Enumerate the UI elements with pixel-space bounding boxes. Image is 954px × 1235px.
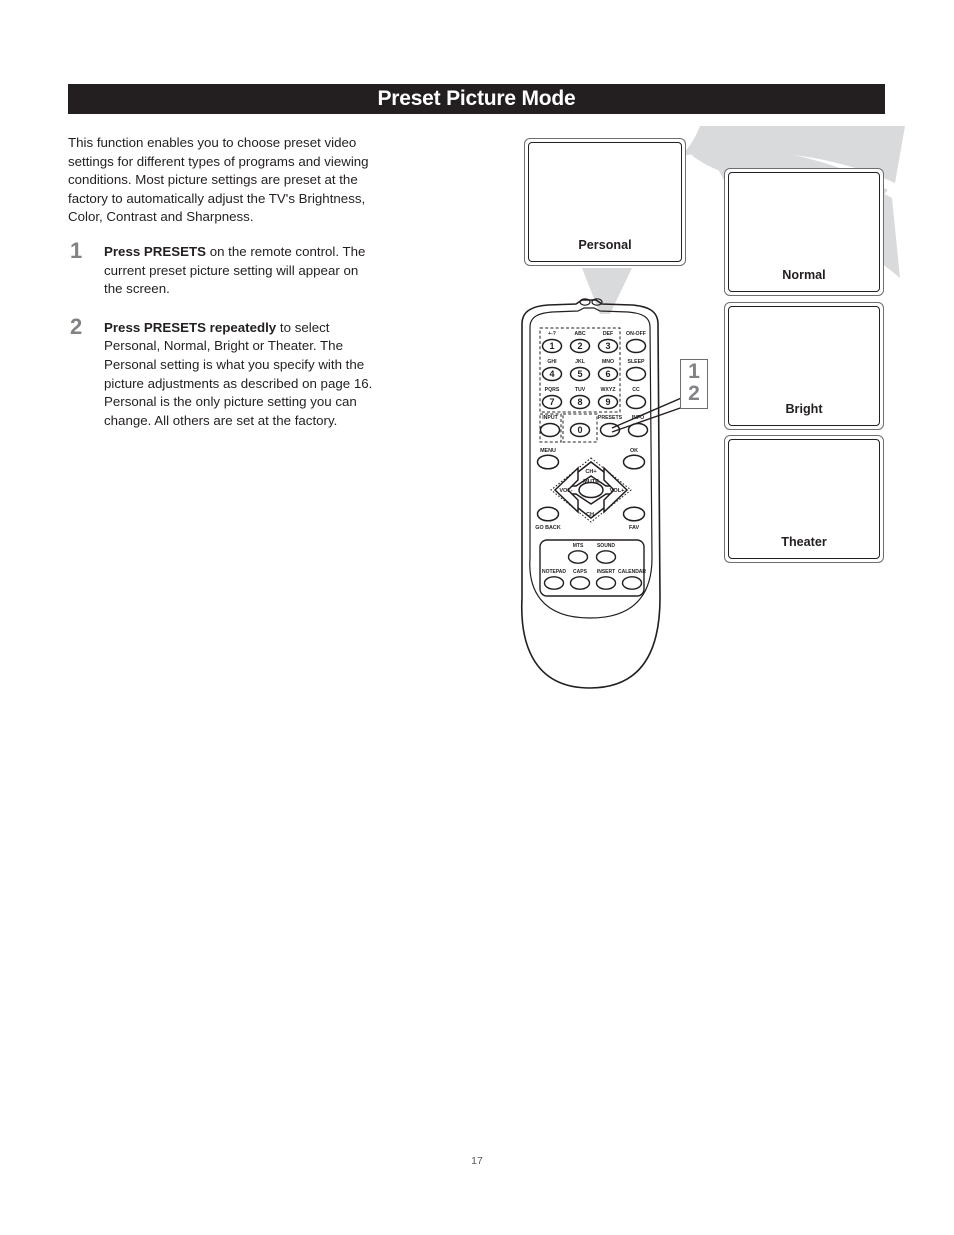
callout-step-box: 1 2 bbox=[680, 359, 708, 409]
intro-paragraph: This function enables you to choose pres… bbox=[68, 135, 369, 225]
key-digit-3: 3 bbox=[605, 341, 610, 351]
key-sub-9: WXYZ bbox=[601, 387, 617, 393]
key-label-sleep: SLEEP bbox=[627, 359, 645, 365]
key-sleep bbox=[625, 366, 647, 382]
step-number-1: 1 bbox=[70, 237, 83, 263]
key-input bbox=[539, 422, 561, 438]
illustration-area: Personal Normal Bright Theater 1 2 3 4 5… bbox=[500, 126, 920, 728]
key-label-menu: MENU bbox=[540, 448, 556, 454]
key-cc bbox=[625, 394, 647, 410]
key-insert bbox=[595, 576, 617, 590]
page-title: Preset Picture Mode bbox=[377, 87, 576, 110]
key-label-go-back: GO BACK bbox=[535, 525, 561, 531]
remote-row-goback-labels: GO BACK FAV bbox=[535, 525, 639, 531]
key-digit-5: 5 bbox=[577, 369, 582, 379]
step-rest-2: to select Personal, Normal, Bright or Th… bbox=[104, 319, 373, 428]
page-number: 17 bbox=[471, 1155, 483, 1167]
dpad-label-right: VOL+ bbox=[610, 488, 625, 494]
leader-line-upper bbox=[611, 395, 687, 429]
key-label-mts: MTS bbox=[573, 543, 584, 549]
key-label-presets: PRESETS bbox=[598, 415, 623, 421]
key-label-sound: SOUND bbox=[597, 543, 615, 549]
key-ok bbox=[622, 454, 646, 470]
key-sub-2: ABC bbox=[574, 331, 585, 337]
callout-leader-lines bbox=[611, 395, 687, 433]
dpad-label-down: CH- bbox=[586, 512, 596, 518]
key-digit-9: 9 bbox=[605, 397, 610, 407]
remote-row-menu-labels: MENU OK bbox=[540, 448, 638, 454]
instructions-column: This function enables you to choose pres… bbox=[68, 134, 380, 450]
key-sub-8: TUV bbox=[575, 387, 586, 393]
key-sub-1: +-? bbox=[548, 331, 556, 337]
key-mts bbox=[567, 550, 589, 564]
key-calendar bbox=[621, 576, 643, 590]
remote-function-keys-right bbox=[625, 338, 647, 410]
key-label-insert: INSERT bbox=[597, 569, 615, 575]
remote-bottom-key-labels: MTS SOUND NOTEPAD CAPS INSERT CALENDAR bbox=[542, 543, 646, 575]
key-sub-7: PQRS bbox=[545, 387, 560, 393]
step-bold-2: Press PRESETS repeatedly bbox=[104, 319, 277, 335]
dpad-label-left: VOL- bbox=[559, 488, 572, 494]
key-sub-3: DEF bbox=[603, 331, 613, 337]
callout-number-2: 2 bbox=[688, 382, 700, 405]
remote-control-illustration: 1 2 3 4 5 6 7 8 9 0 +-? ABC DEF GHI JKL … bbox=[520, 298, 687, 689]
key-label-on-off: ON-OFF bbox=[626, 331, 646, 337]
key-digit-6: 6 bbox=[605, 369, 610, 379]
step-bold-1: Press PRESETS bbox=[104, 243, 206, 259]
step-text-2: Press PRESETS repeatedly to select Perso… bbox=[104, 319, 380, 431]
key-digit-8: 8 bbox=[577, 397, 582, 407]
step-number-2: 2 bbox=[70, 313, 83, 339]
key-go-back bbox=[536, 506, 560, 522]
key-digit-0: 0 bbox=[577, 425, 582, 435]
key-sub-4: GHI bbox=[547, 359, 557, 365]
key-label-fav: FAV bbox=[629, 525, 639, 531]
key-digit-2: 2 bbox=[577, 341, 582, 351]
key-caps bbox=[569, 576, 591, 590]
key-label-notepad: NOTEPAD bbox=[542, 569, 566, 575]
key-label-input: INPUT bbox=[542, 415, 558, 421]
dpad-label-center: MUTE bbox=[583, 479, 599, 485]
key-label-cc: CC bbox=[632, 387, 640, 393]
key-label-ok: OK bbox=[630, 448, 638, 454]
key-label-calendar: CALENDAR bbox=[618, 569, 646, 575]
leader-line-lower bbox=[611, 405, 687, 433]
key-digit-4: 4 bbox=[549, 369, 554, 379]
key-on-off bbox=[625, 338, 647, 354]
key-menu bbox=[536, 454, 560, 470]
key-sub-5: JKL bbox=[575, 359, 586, 365]
dpad-label-up: CH+ bbox=[585, 469, 597, 475]
key-sub-6: MNO bbox=[602, 359, 614, 365]
key-digit-1: 1 bbox=[549, 341, 554, 351]
step-item-1: 1 Press PRESETS on the remote control. T… bbox=[68, 238, 380, 299]
key-digit-7: 7 bbox=[549, 397, 554, 407]
step-item-2: 2 Press PRESETS repeatedly to select Per… bbox=[68, 314, 380, 431]
callout-number-1: 1 bbox=[688, 360, 700, 383]
page-header-bar: Preset Picture Mode bbox=[68, 84, 885, 114]
step-text-1: Press PRESETS on the remote control. The… bbox=[104, 243, 380, 299]
key-notepad bbox=[543, 576, 565, 590]
key-label-caps: CAPS bbox=[573, 569, 588, 575]
key-sound bbox=[595, 550, 617, 564]
key-fav bbox=[622, 506, 646, 522]
